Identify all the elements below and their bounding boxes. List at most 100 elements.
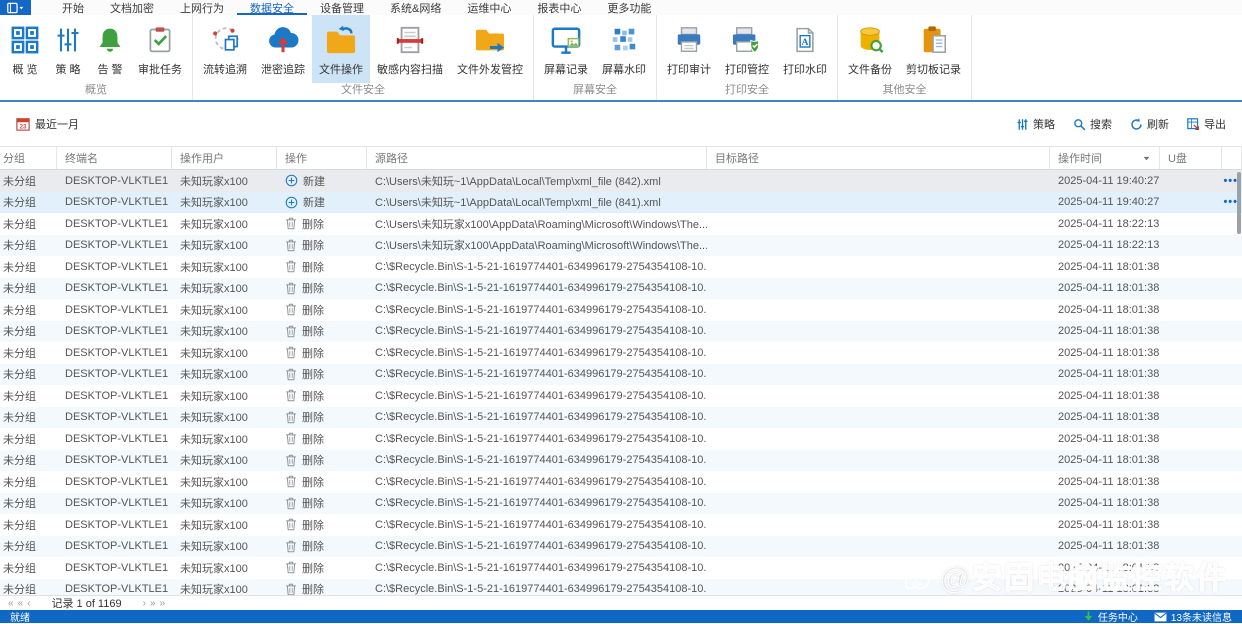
table-row-19[interactable]: 未分组 DESKTOP-VLKTLE1 未知玩家x100 删除 C:\$Recycle.… [0, 557, 1242, 579]
column-header-5[interactable]: 源路径 [367, 147, 707, 169]
vertical-scrollbar-thumb[interactable] [1237, 172, 1241, 234]
column-header-9[interactable] [1222, 147, 1242, 169]
ribbon-item-2-2[interactable]: 泄密追踪 [254, 15, 312, 83]
task-center-button[interactable]: 任务中心 [1083, 609, 1138, 624]
ribbon-item-2-5[interactable]: 文件外发管控 [450, 15, 530, 83]
table-row-10[interactable]: 未分组 DESKTOP-VLKTLE1 未知玩家x100 删除 C:\$Recycle.… [0, 363, 1242, 385]
table-row-8[interactable]: 未分组 DESKTOP-VLKTLE1 未知玩家x100 删除 C:\$Recycle.… [0, 320, 1242, 342]
date-range-filter[interactable]: 23 最近一月 [16, 116, 79, 132]
menu-tab-6[interactable]: 系统&网络 [377, 0, 454, 15]
source-path-cell: C:\$Recycle.Bin\S-1-5-21-1619774401-6349… [375, 540, 707, 553]
ribbon-item-4-1[interactable]: 打印审计 [660, 15, 718, 83]
table-row-5[interactable]: 未分组 DESKTOP-VLKTLE1 未知玩家x100 删除 C:\$Recycle.… [0, 256, 1242, 278]
doc-scan-icon [395, 25, 425, 55]
pagination-prev-3[interactable]: ‹ [27, 598, 30, 609]
toolbar-action-3[interactable]: 刷新 [1130, 116, 1169, 132]
table-row-18[interactable]: 未分组 DESKTOP-VLKTLE1 未知玩家x100 删除 C:\$Recycle.… [0, 535, 1242, 557]
table-body: 未分组 DESKTOP-VLKTLE1 未知玩家x100 新建 C:\Users\未知玩… [0, 170, 1242, 595]
time-cell: 2025-04-11 18:01:38 [1058, 475, 1160, 488]
unread-messages-button[interactable]: 13条未读信息 [1154, 609, 1232, 624]
ribbon-item-4-2[interactable]: 打印管控 [718, 15, 776, 83]
column-header-label: 操作 [285, 153, 307, 165]
table-row-17[interactable]: 未分组 DESKTOP-VLKTLE1 未知玩家x100 删除 C:\$Recycle.… [0, 514, 1242, 536]
operation-cell: 删除 [277, 452, 367, 468]
ribbon-group-items: 打印审计 打印管控 A 打印水印 [660, 15, 834, 83]
sliders-small-icon [1016, 118, 1029, 131]
ribbon-group-4: 打印审计 打印管控 A 打印水印 打印安全 [657, 15, 838, 100]
ribbon-item-5-2[interactable]: 剪切板记录 [899, 15, 968, 83]
column-header-label: 操作时间 [1058, 153, 1102, 165]
ribbon-item-2-4[interactable]: 敏感内容扫描 [370, 15, 450, 83]
ribbon-item-1-1[interactable]: 概 览 [3, 15, 47, 83]
column-header-label: 目标路径 [715, 153, 759, 165]
terminal-cell: DESKTOP-VLKTLE1 [65, 346, 169, 359]
menu-tab-3[interactable]: 上网行为 [167, 0, 237, 15]
plus-circle-icon [285, 174, 298, 187]
pagination-next-1[interactable]: › [143, 598, 146, 609]
caret-down-icon[interactable] [1142, 154, 1151, 163]
menu-tab-2[interactable]: 文档加密 [97, 0, 167, 15]
trash-icon [285, 561, 297, 574]
user-cell: 未知玩家x100 [180, 519, 248, 532]
table-row-15[interactable]: 未分组 DESKTOP-VLKTLE1 未知玩家x100 删除 C:\$Recycle.… [0, 471, 1242, 493]
pagination-prev-1[interactable]: « [8, 598, 14, 609]
pagination-prev-2[interactable]: « [18, 598, 24, 609]
table-row-20[interactable]: 未分组 DESKTOP-VLKTLE1 未知玩家x100 删除 C:\$Recycle.… [0, 578, 1242, 595]
table-row-14[interactable]: 未分组 DESKTOP-VLKTLE1 未知玩家x100 删除 C:\$Recycle.… [0, 449, 1242, 471]
folder-return-icon [325, 25, 357, 55]
table-row-6[interactable]: 未分组 DESKTOP-VLKTLE1 未知玩家x100 删除 C:\$Recycle.… [0, 277, 1242, 299]
ribbon-item-icon-wrap [146, 21, 174, 59]
table-row-2[interactable]: 未分组 DESKTOP-VLKTLE1 未知玩家x100 新建 C:\Users\未知玩… [0, 191, 1242, 213]
ribbon-group-2: 流转追溯 泄密追踪 文件操作 敏感内容扫描 文件外发管控 文件安全 [193, 15, 534, 100]
source-path-cell: C:\$Recycle.Bin\S-1-5-21-1619774401-6349… [375, 282, 707, 295]
terminal-cell: DESKTOP-VLKTLE1 [65, 561, 169, 574]
group-cell: 未分组 [3, 369, 36, 382]
ribbon-item-3-2[interactable]: 屏幕水印 [595, 15, 653, 83]
column-header-6[interactable]: 目标路径 [707, 147, 1050, 169]
column-header-1[interactable]: 分组 [0, 147, 57, 169]
terminal-cell: DESKTOP-VLKTLE1 [65, 239, 169, 252]
operation-label: 删除 [302, 433, 324, 446]
operation-cell: 删除 [277, 495, 367, 511]
pagination-next-3[interactable]: » [160, 598, 166, 609]
menu-tab-9[interactable]: 更多功能 [594, 0, 664, 15]
app-menu-button[interactable] [0, 0, 31, 15]
menu-tab-8[interactable]: 报表中心 [524, 0, 594, 15]
pagination-next-2[interactable]: » [150, 598, 156, 609]
ribbon-item-1-3[interactable]: 告 警 [89, 15, 131, 83]
ribbon-item-1-4[interactable]: 审批任务 [131, 15, 189, 83]
time-cell: 2025-04-11 18:01:38 [1058, 540, 1160, 553]
trash-icon [285, 432, 297, 445]
column-header-7[interactable]: 操作时间 [1050, 147, 1160, 169]
menu-tab-7[interactable]: 运维中心 [454, 0, 524, 15]
column-header-3[interactable]: 操作用户 [172, 147, 277, 169]
toolbar-action-1[interactable]: 策略 [1016, 116, 1055, 132]
table-row-13[interactable]: 未分组 DESKTOP-VLKTLE1 未知玩家x100 删除 C:\$Recycle.… [0, 428, 1242, 450]
table-row-7[interactable]: 未分组 DESKTOP-VLKTLE1 未知玩家x100 删除 C:\$Recycle.… [0, 299, 1242, 321]
column-header-4[interactable]: 操作 [277, 147, 367, 169]
ribbon-item-2-1[interactable]: 流转追溯 [196, 15, 254, 83]
ribbon-item-5-1[interactable]: 文件备份 [841, 15, 899, 83]
column-header-2[interactable]: 终端名 [57, 147, 172, 169]
ribbon-item-1-2[interactable]: 策 略 [47, 15, 89, 83]
table-row-11[interactable]: 未分组 DESKTOP-VLKTLE1 未知玩家x100 删除 C:\$Recycle.… [0, 385, 1242, 407]
ribbon-item-2-3[interactable]: 文件操作 [312, 15, 370, 83]
table-row-3[interactable]: 未分组 DESKTOP-VLKTLE1 未知玩家x100 删除 C:\Users\未知玩… [0, 213, 1242, 235]
time-cell: 2025-04-11 18:22:13 [1058, 217, 1160, 230]
status-right-items: 任务中心 13条未读信息 [1083, 609, 1232, 624]
terminal-cell: DESKTOP-VLKTLE1 [65, 497, 169, 510]
toolbar-action-2[interactable]: 搜索 [1073, 116, 1112, 132]
table-row-4[interactable]: 未分组 DESKTOP-VLKTLE1 未知玩家x100 删除 C:\Users\未知玩… [0, 234, 1242, 256]
user-cell: 未知玩家x100 [180, 261, 248, 274]
ribbon-item-4-3[interactable]: A 打印水印 [776, 15, 834, 83]
table-row-16[interactable]: 未分组 DESKTOP-VLKTLE1 未知玩家x100 删除 C:\$Recycle.… [0, 492, 1242, 514]
table-row-9[interactable]: 未分组 DESKTOP-VLKTLE1 未知玩家x100 删除 C:\$Recycle.… [0, 342, 1242, 364]
toolbar-action-4[interactable]: 导出 [1187, 116, 1226, 132]
menu-tab-4[interactable]: 数据安全 [237, 0, 307, 15]
table-row-1[interactable]: 未分组 DESKTOP-VLKTLE1 未知玩家x100 新建 C:\Users\未知玩… [0, 170, 1242, 192]
column-header-8[interactable]: U盘 [1160, 147, 1222, 169]
menu-tab-1[interactable]: 开始 [49, 0, 97, 15]
ribbon-item-3-1[interactable]: 屏幕记录 [537, 15, 595, 83]
table-row-12[interactable]: 未分组 DESKTOP-VLKTLE1 未知玩家x100 删除 C:\$Recycle.… [0, 406, 1242, 428]
menu-tab-5[interactable]: 设备管理 [307, 0, 377, 15]
